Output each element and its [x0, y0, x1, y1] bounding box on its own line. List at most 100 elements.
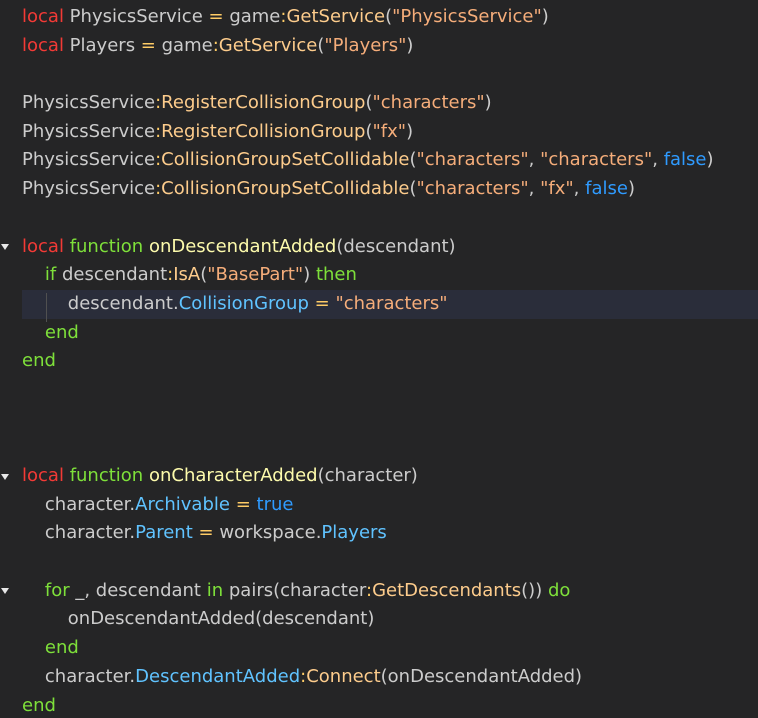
code-token: Archivable	[135, 493, 230, 515]
code-token: character.	[22, 522, 136, 544]
code-token: Players	[63, 34, 141, 56]
code-token: "characters"	[372, 92, 485, 114]
code-line[interactable]: character.DescendantAdded:Connect(onDesc…	[22, 663, 758, 692]
fold-chevron-icon[interactable]	[0, 577, 10, 606]
code-line[interactable]: local function onCharacterAdded(characte…	[22, 462, 758, 491]
code-token: CollisionGroupSetCollidable	[161, 149, 410, 171]
code-line[interactable]: local function onDescendantAdded(descend…	[22, 233, 758, 262]
code-token: (	[409, 178, 417, 200]
code-line[interactable]: end	[22, 347, 758, 376]
code-line[interactable]: end	[22, 692, 758, 718]
code-token: end	[44, 637, 79, 659]
code-token: RegisterCollisionGroup	[161, 92, 366, 114]
code-token: do	[547, 579, 571, 601]
code-token: )	[406, 120, 414, 142]
code-line[interactable]	[22, 405, 758, 434]
fold-chevron-icon[interactable]	[0, 462, 10, 491]
code-token: IsA	[173, 264, 201, 286]
code-line[interactable]: local PhysicsService = game:GetService("…	[22, 3, 758, 32]
code-token: DescendantAdded	[135, 665, 301, 687]
code-token: )	[627, 178, 635, 200]
code-line[interactable]	[22, 204, 758, 233]
code-token: onDescendantAdded(descendant)	[22, 608, 375, 630]
code-line[interactable]: end	[22, 634, 758, 663]
code-editor[interactable]: local PhysicsService = game:GetService("…	[0, 0, 758, 718]
code-token: GetService	[218, 34, 318, 56]
code-token: (	[409, 149, 417, 171]
code-line[interactable]	[22, 376, 758, 405]
code-token: =	[235, 493, 251, 515]
code-line[interactable]: for _, descendant in pairs(character:Get…	[22, 577, 758, 606]
code-token: "Players"	[324, 34, 407, 56]
code-token: descendant	[56, 264, 168, 286]
code-token: )	[706, 149, 714, 171]
code-token: function	[69, 465, 144, 486]
code-token: RegisterCollisionGroup	[161, 120, 366, 142]
code-token: =	[314, 292, 330, 314]
code-token: "BasePart"	[207, 264, 304, 286]
code-line[interactable]: onDescendantAdded(descendant)	[22, 605, 758, 634]
code-token: (descendant)	[336, 235, 456, 257]
code-line[interactable]: PhysicsService:CollisionGroupSetCollidab…	[22, 175, 758, 204]
code-token: "PhysicsService"	[392, 6, 542, 27]
code-line[interactable]: PhysicsService:RegisterCollisionGroup("c…	[22, 89, 758, 118]
code-line[interactable]: character.Archivable = true	[22, 491, 758, 520]
code-token: "fx"	[540, 178, 574, 200]
code-line[interactable]: end	[22, 319, 758, 348]
code-token: if	[44, 264, 57, 286]
code-token: end	[44, 321, 79, 343]
code-token: _, descendant	[69, 579, 207, 601]
code-token: game	[155, 34, 213, 56]
code-token: =	[140, 34, 156, 56]
code-token: then	[315, 264, 357, 286]
code-token: )	[406, 34, 414, 56]
code-token: local	[22, 465, 64, 486]
fold-chevron-icon[interactable]	[0, 233, 10, 262]
current-code-line[interactable]: descendant.CollisionGroup = "characters"	[22, 289, 758, 319]
code-token: =	[208, 6, 224, 27]
code-line[interactable]: local Players = game:GetService("Players…	[22, 32, 758, 61]
code-line[interactable]: PhysicsService:CollisionGroupSetCollidab…	[22, 146, 758, 175]
code-token: ,	[652, 149, 664, 171]
code-token: :	[212, 34, 219, 56]
code-token: game	[223, 6, 281, 27]
code-token: PhysicsService	[22, 178, 156, 200]
code-token: workspace.	[213, 522, 322, 544]
code-token: local	[22, 34, 64, 56]
code-token: =	[198, 522, 214, 544]
code-line[interactable]: character.Parent = workspace.Players	[22, 519, 758, 548]
code-token: ,	[528, 178, 541, 200]
code-token: "characters"	[540, 149, 653, 171]
code-token: (onDescendantAdded)	[380, 665, 583, 687]
code-token: character.	[22, 665, 136, 687]
code-line[interactable]: PhysicsService:RegisterCollisionGroup("f…	[22, 118, 758, 147]
code-line[interactable]: if descendant:IsA("BasePart") then	[22, 261, 758, 290]
code-line[interactable]	[22, 548, 758, 577]
code-token: "characters"	[416, 149, 529, 171]
code-token: PhysicsService	[63, 6, 209, 27]
code-token: end	[22, 350, 56, 372]
code-token: ,	[528, 149, 541, 171]
code-token: Players	[321, 522, 387, 544]
code-token: Connect	[306, 665, 381, 687]
code-token: )	[303, 264, 316, 286]
code-token: (	[365, 120, 373, 142]
code-token: function	[69, 235, 144, 257]
code-token: )	[541, 6, 549, 27]
code-area[interactable]: local PhysicsService = game:GetService("…	[22, 3, 758, 718]
code-line[interactable]	[22, 60, 758, 89]
code-token: onCharacterAdded	[148, 465, 318, 486]
code-token: pairs(character	[223, 579, 366, 601]
code-line[interactable]	[22, 433, 758, 462]
code-token: )	[484, 92, 492, 114]
code-token: ,	[573, 178, 586, 200]
fold-gutter	[0, 0, 16, 718]
